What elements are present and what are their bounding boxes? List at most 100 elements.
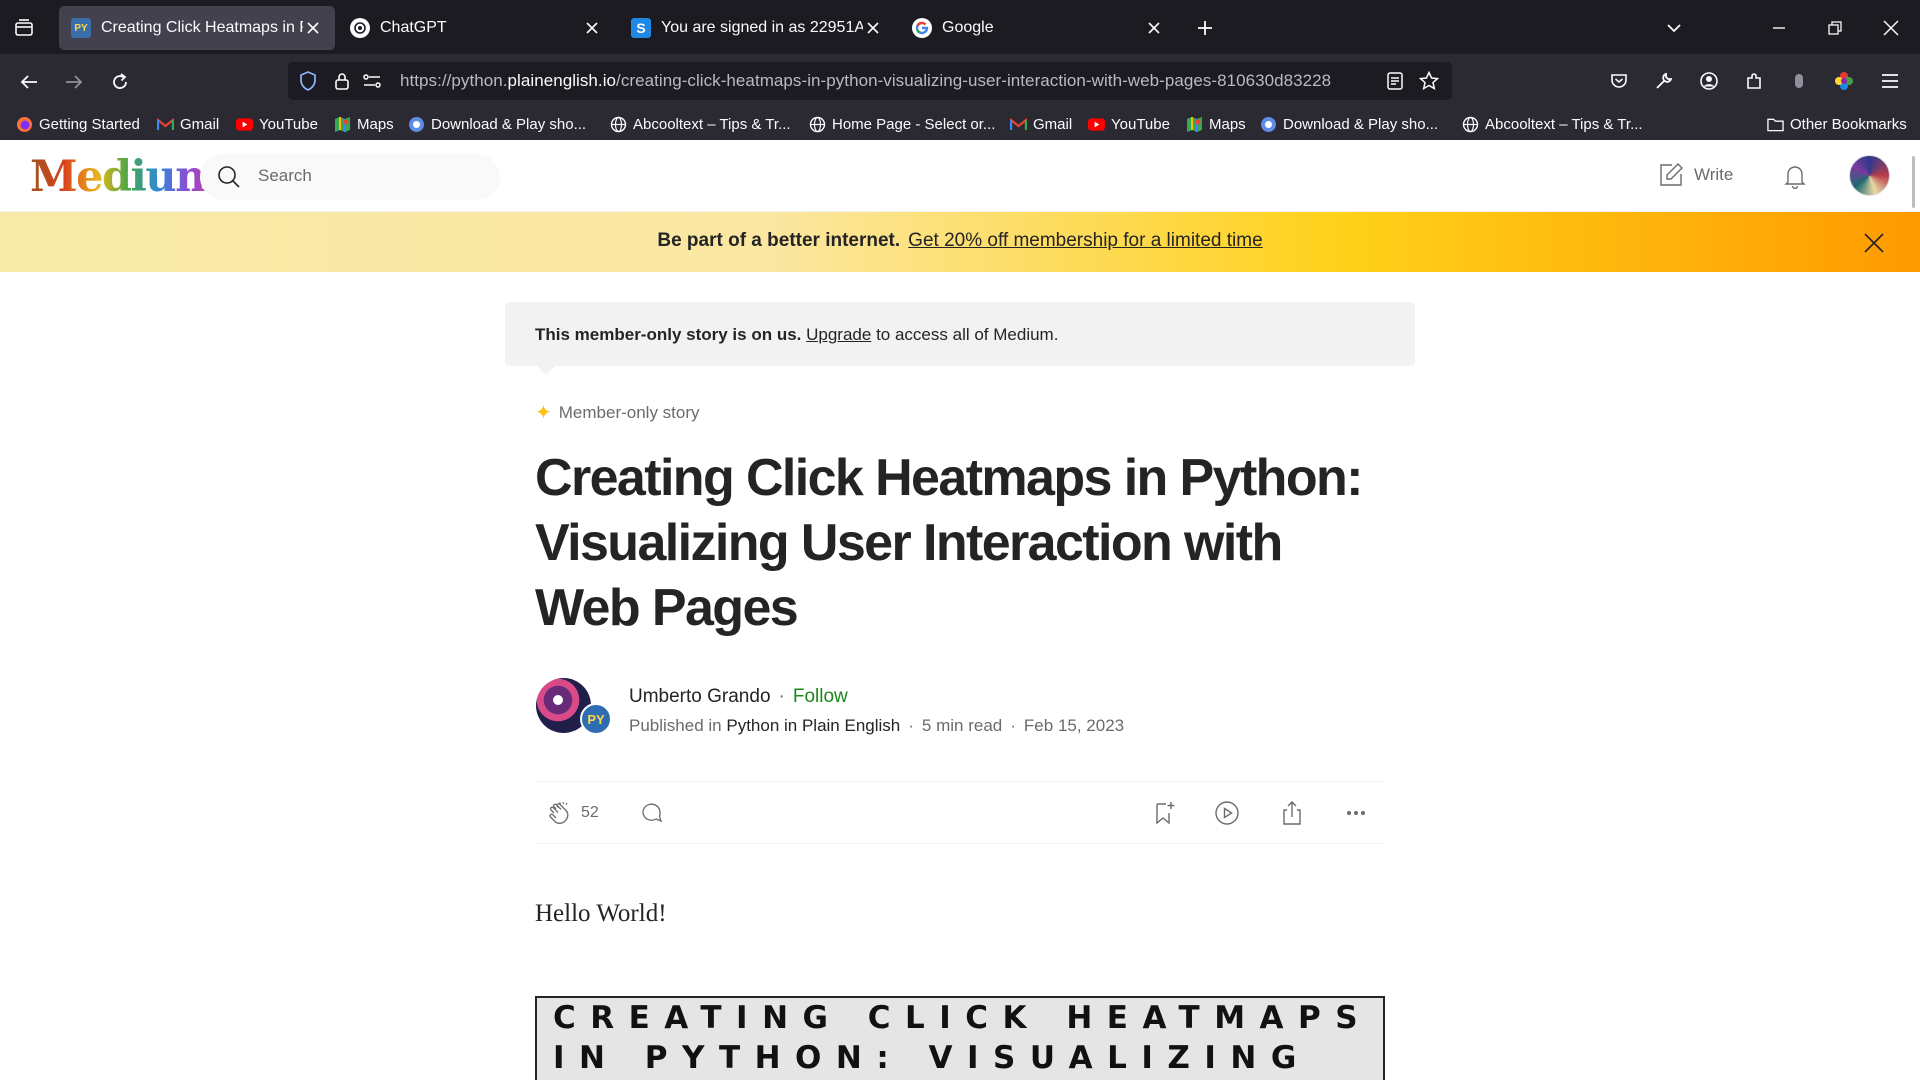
url-domain: plainenglish.io bbox=[507, 71, 617, 90]
bookmark-youtube-2[interactable]: YouTube bbox=[1088, 112, 1170, 136]
follow-button[interactable]: Follow bbox=[793, 686, 848, 707]
article-action-bar: 52 bbox=[535, 781, 1385, 844]
bookmark-label: YouTube bbox=[1111, 115, 1170, 133]
search-icon bbox=[217, 165, 241, 189]
restore-icon[interactable] bbox=[1820, 16, 1850, 40]
forward-icon[interactable] bbox=[61, 69, 87, 95]
tab-chatgpt[interactable]: ChatGPT bbox=[338, 6, 614, 50]
bookmark-label: Home Page - Select or... bbox=[832, 115, 996, 133]
bookmark-add-icon bbox=[1151, 800, 1177, 826]
more-icon bbox=[1343, 800, 1369, 826]
close-icon[interactable] bbox=[303, 18, 323, 38]
browser-tab-bar: PY Creating Click Heatmaps in Pyth ChatG… bbox=[0, 0, 1920, 54]
tab-title: Creating Click Heatmaps in Pyth bbox=[101, 19, 303, 36]
bookmark-gmail-2[interactable]: Gmail bbox=[1010, 112, 1072, 136]
page-scrollbar[interactable] bbox=[1912, 156, 1915, 208]
membership-offer-link[interactable]: Get 20% off membership for a limited tim… bbox=[908, 230, 1262, 251]
notice-text: This member-only story is on us. Upgrade… bbox=[535, 325, 1058, 345]
chevron-down-icon[interactable] bbox=[1662, 16, 1686, 40]
url-path: /creating-click-heatmaps-in-python-visua… bbox=[616, 71, 1332, 90]
separator-dot: · bbox=[1010, 716, 1016, 735]
comment-button[interactable] bbox=[639, 800, 665, 826]
youtube-icon bbox=[1088, 116, 1105, 133]
notifications-bell-icon[interactable] bbox=[1782, 163, 1808, 194]
bookmark-label: Gmail bbox=[1033, 115, 1073, 133]
extension-gray-icon[interactable] bbox=[1787, 69, 1811, 93]
shield-icon[interactable] bbox=[298, 71, 318, 91]
window-close-icon[interactable] bbox=[1876, 16, 1906, 40]
tab-title: You are signed in as 22951A128 bbox=[661, 19, 863, 36]
bookmark-maps[interactable]: Maps bbox=[334, 112, 394, 136]
lock-icon[interactable] bbox=[332, 71, 352, 91]
comment-icon bbox=[639, 800, 665, 826]
tab-title: ChatGPT bbox=[380, 19, 447, 36]
more-options-button[interactable] bbox=[1343, 800, 1369, 826]
tab-creating-click-heatmaps[interactable]: PY Creating Click Heatmaps in Pyth bbox=[59, 6, 335, 50]
read-time: 5 min read bbox=[921, 716, 1003, 735]
close-icon[interactable] bbox=[582, 18, 602, 38]
tab-signed-in[interactable]: S You are signed in as 22951A128 bbox=[619, 6, 895, 50]
bookmark-label: Gmail bbox=[180, 115, 220, 133]
bookmark-maps-2[interactable]: Maps bbox=[1186, 112, 1246, 136]
user-avatar[interactable] bbox=[1849, 155, 1890, 196]
bookmark-label: YouTube bbox=[259, 115, 318, 133]
tab-list-icon[interactable] bbox=[12, 16, 36, 40]
share-button[interactable] bbox=[1279, 800, 1305, 826]
notice-bold: This member-only story is on us. bbox=[535, 325, 802, 344]
bookmark-star-icon[interactable] bbox=[1418, 70, 1440, 92]
close-icon[interactable] bbox=[863, 18, 883, 38]
gmail-icon bbox=[1010, 116, 1027, 133]
listen-button[interactable] bbox=[1214, 800, 1240, 826]
medium-logo[interactable]: Medium bbox=[30, 152, 221, 202]
author-name[interactable]: Umberto Grando bbox=[629, 686, 771, 707]
bookmark-abcooltext-2[interactable]: Abcooltext – Tips & Tr... bbox=[1462, 112, 1643, 136]
other-bookmarks[interactable]: Other Bookmarks bbox=[1767, 112, 1907, 136]
bookmark-download-play-2[interactable]: Download & Play sho... bbox=[1260, 112, 1438, 136]
publication-name[interactable]: Python in Plain English bbox=[726, 716, 900, 735]
clap-count: 52 bbox=[581, 804, 599, 821]
clap-button[interactable]: 52 bbox=[547, 800, 599, 826]
search-box[interactable] bbox=[200, 154, 500, 200]
tab-google[interactable]: Google bbox=[900, 6, 1176, 50]
bookmark-getting-started[interactable]: Getting Started bbox=[16, 112, 140, 136]
separator-dot: · bbox=[778, 686, 785, 707]
color-picker-extension-icon[interactable] bbox=[1832, 69, 1856, 93]
permissions-icon[interactable] bbox=[362, 71, 382, 91]
new-tab-icon[interactable] bbox=[1193, 16, 1217, 40]
bookmark-youtube[interactable]: YouTube bbox=[236, 112, 318, 136]
bookmark-label: Download & Play sho... bbox=[1283, 115, 1439, 133]
wrench-icon[interactable] bbox=[1652, 69, 1676, 93]
bookmark-gmail[interactable]: Gmail bbox=[157, 112, 219, 136]
save-button[interactable] bbox=[1151, 800, 1177, 826]
pocket-icon[interactable] bbox=[1607, 69, 1631, 93]
menu-icon[interactable] bbox=[1878, 69, 1902, 93]
search-input[interactable] bbox=[258, 166, 478, 186]
close-icon[interactable] bbox=[1862, 231, 1886, 260]
banner-text: Be part of a better internet. Get 20% off… bbox=[0, 230, 1920, 252]
gmail-icon bbox=[157, 116, 174, 133]
close-icon[interactable] bbox=[1144, 18, 1164, 38]
cover-text-line-2: IN PYTHON: VISUALIZING bbox=[553, 1040, 1311, 1076]
publication-badge[interactable]: PY bbox=[580, 703, 612, 735]
reload-icon[interactable] bbox=[107, 69, 133, 95]
reader-view-icon[interactable] bbox=[1385, 71, 1405, 91]
globe-icon bbox=[809, 116, 826, 133]
bookmark-label: Other Bookmarks bbox=[1790, 115, 1907, 133]
back-icon[interactable] bbox=[16, 69, 42, 95]
banner-bold-text: Be part of a better internet. bbox=[657, 230, 901, 251]
address-bar[interactable]: https://python.plainenglish.io/creating-… bbox=[288, 62, 1452, 100]
bookmark-home-page[interactable]: Home Page - Select or... bbox=[809, 112, 995, 136]
upgrade-link[interactable]: Upgrade bbox=[806, 325, 871, 344]
minimize-icon[interactable] bbox=[1764, 16, 1794, 40]
published-in-label: Published in bbox=[629, 716, 722, 735]
article-cover-image: CREATING CLICK HEATMAPS IN PYTHON: VISUA… bbox=[535, 996, 1385, 1080]
url-text[interactable]: https://python.plainenglish.io/creating-… bbox=[400, 71, 1331, 91]
bookmarks-bar: Getting Started Gmail YouTube Maps Downl… bbox=[0, 108, 1920, 140]
firefox-icon bbox=[16, 116, 33, 133]
bookmark-abcooltext-1[interactable]: Abcooltext – Tips & Tr... bbox=[610, 112, 791, 136]
bookmark-download-play-1[interactable]: Download & Play sho... bbox=[408, 112, 586, 136]
write-button[interactable]: Write bbox=[1658, 162, 1733, 188]
google-icon bbox=[912, 18, 932, 38]
extensions-icon[interactable] bbox=[1742, 69, 1766, 93]
account-icon[interactable] bbox=[1697, 69, 1721, 93]
